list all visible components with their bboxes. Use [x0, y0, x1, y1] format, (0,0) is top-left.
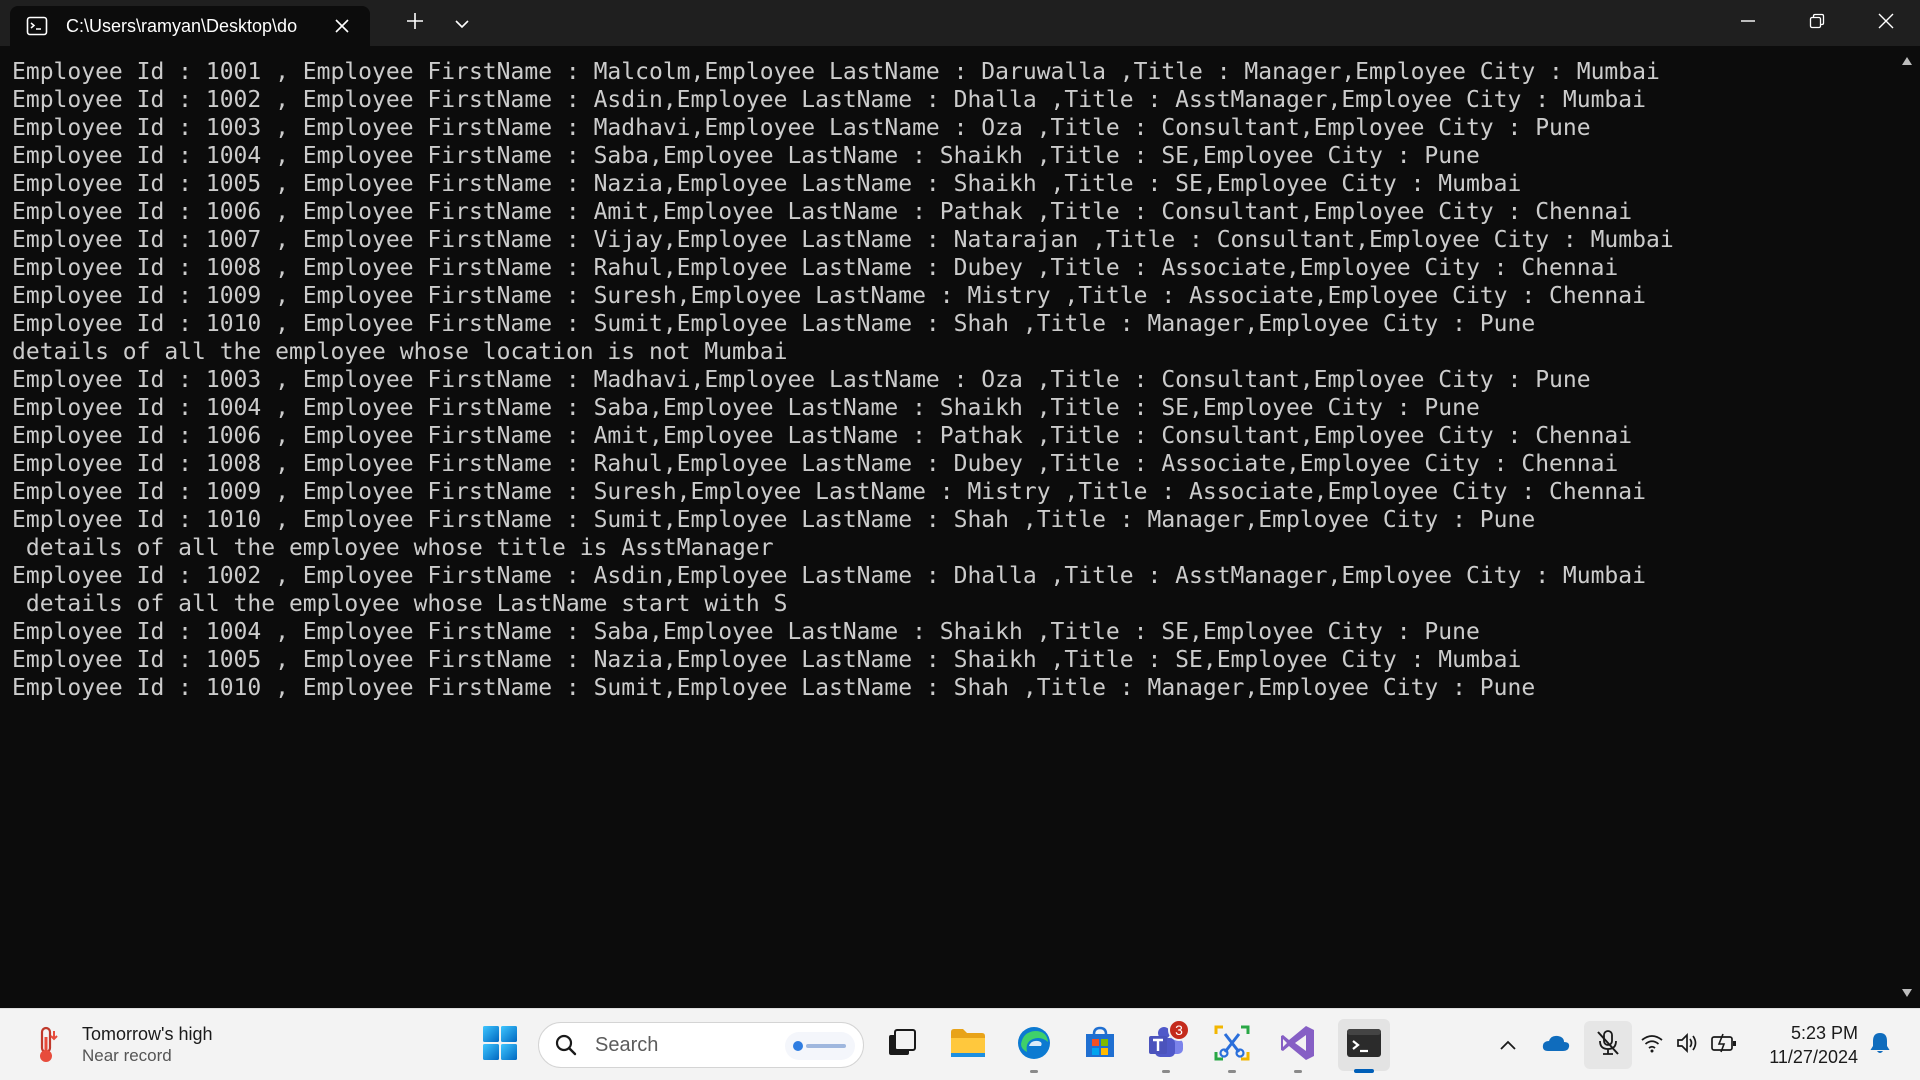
volume-tray[interactable]: [1672, 1029, 1704, 1061]
close-window-button[interactable]: [1851, 0, 1920, 46]
tab-title: C:\Users\ramyan\Desktop\do: [66, 15, 298, 36]
title-bar-drag-area[interactable]: [484, 0, 1713, 46]
weather-subtitle: Near record: [82, 1046, 172, 1065]
terminal-taskbar-button[interactable]: [1338, 1019, 1390, 1073]
microphone-muted-tray[interactable]: [1592, 1029, 1624, 1061]
vertical-scrollbar[interactable]: [1894, 46, 1920, 1008]
chevron-down-icon: [454, 14, 470, 33]
folder-icon: [949, 1026, 987, 1064]
task-view-icon: [885, 1026, 919, 1064]
taskbar-search[interactable]: Search: [538, 1022, 864, 1068]
battery-charging-icon: [1710, 1032, 1738, 1058]
minimize-button[interactable]: [1713, 0, 1782, 46]
battery-tray[interactable]: [1708, 1029, 1740, 1061]
search-label: Search: [595, 1033, 659, 1056]
terminal-icon: [1345, 1026, 1383, 1064]
output-line: Employee Id : 1008 , Employee FirstName …: [12, 255, 1619, 281]
start-button[interactable]: [478, 1023, 522, 1067]
output-line: details of all the employee whose locati…: [12, 339, 788, 365]
search-icon: [553, 1032, 579, 1058]
restore-button[interactable]: [1782, 0, 1851, 46]
desktop: C:\Users\ramyan\Desktop\do Employee Id:…: [0, 0, 1920, 1080]
output-line: Employee Id : 1010 , Employee FirstName …: [12, 675, 1536, 701]
onedrive-tray[interactable]: [1540, 1029, 1572, 1061]
output-line: Employee Id : 1006 , Employee FirstName …: [12, 199, 1633, 225]
clock-date: 11/27/2024: [1769, 1047, 1858, 1067]
output-line: Employee Id : 1004 , Employee FirstName …: [12, 143, 1480, 169]
restore-icon: [1809, 13, 1825, 33]
clock-time: 5:23 PM: [1790, 1023, 1858, 1043]
plus-icon: [406, 12, 424, 34]
output-line: Employee Id : 1002 , Employee FirstName …: [12, 563, 1646, 589]
search-highlight-icon[interactable]: [785, 1032, 855, 1060]
visual-studio-button[interactable]: [1272, 1019, 1324, 1073]
edge-button[interactable]: [1008, 1019, 1060, 1073]
speaker-icon: [1675, 1032, 1701, 1058]
teams-badge: 3: [1168, 1019, 1190, 1041]
visual-studio-icon: [1279, 1024, 1317, 1066]
output-line: Employee Id : 1009 , Employee FirstName …: [12, 479, 1646, 505]
teams-button[interactable]: 3: [1140, 1019, 1192, 1073]
chevron-up-icon: [1499, 1036, 1517, 1055]
microphone-muted-icon: [1595, 1029, 1621, 1061]
bell-icon: [1869, 1031, 1891, 1059]
scroll-down-icon[interactable]: [1900, 986, 1914, 1000]
edge-icon: [1015, 1024, 1053, 1066]
onedrive-cloud-icon: [1541, 1033, 1571, 1057]
wifi-tray[interactable]: [1636, 1029, 1668, 1061]
taskbar: Tomorrow's high Near record Search 3 5:2…: [0, 1008, 1920, 1080]
tab-dropdown-button[interactable]: [440, 0, 484, 46]
output-line: Employee Id : 1005 , Employee FirstName …: [12, 171, 1522, 197]
output-line: Employee Id : 1003 , Employee FirstName …: [12, 367, 1591, 393]
output-line: Employee Id : 1009 , Employee FirstName …: [12, 283, 1646, 309]
output-line: details of all the employee whose title …: [12, 535, 774, 561]
output-line: Employee Id : 1003 , Employee FirstName …: [12, 115, 1591, 141]
snipping-tool-button[interactable]: [1206, 1019, 1258, 1073]
windows-start-icon: [482, 1025, 518, 1065]
output-line: Employee Id : 1010 , Employee FirstName …: [12, 311, 1536, 337]
output-line: details of all the employee whose LastNa…: [12, 591, 788, 617]
task-view-button[interactable]: [876, 1019, 928, 1071]
output-line: Employee Id : 1005 , Employee FirstName …: [12, 647, 1522, 673]
output-line: Employee Id : 1004 , Employee FirstName …: [12, 395, 1480, 421]
notifications-button[interactable]: [1864, 1029, 1896, 1061]
minimize-icon: [1740, 13, 1756, 33]
output-lines: Employee Id : 1001 , Employee FirstName …: [0, 46, 1894, 702]
output-line: Employee Id : 1006 , Employee FirstName …: [12, 423, 1633, 449]
title-bar: C:\Users\ramyan\Desktop\do: [0, 0, 1920, 46]
wifi-icon: [1640, 1033, 1664, 1057]
output-line: Employee Id : 1002 , Employee FirstName …: [12, 87, 1646, 113]
file-explorer-button[interactable]: [942, 1019, 994, 1071]
output-line: Employee Id : 1008 , Employee FirstName …: [12, 451, 1619, 477]
thermometer-icon: [24, 1023, 68, 1067]
taskbar-clock[interactable]: 5:23 PM 11/27/2024: [1748, 1021, 1858, 1069]
terminal-output[interactable]: Employee Id : 1001 , Employee FirstName …: [0, 46, 1894, 1008]
output-line: Employee Id : 1010 , Employee FirstName …: [12, 507, 1536, 533]
new-tab-button[interactable]: [390, 0, 440, 46]
close-icon: [1878, 13, 1894, 33]
store-button[interactable]: [1074, 1019, 1126, 1071]
output-line: Employee Id : 1004 , Employee FirstName …: [12, 619, 1480, 645]
weather-title: Tomorrow's high: [82, 1024, 213, 1044]
weather-widget[interactable]: Tomorrow's high Near record: [24, 1019, 212, 1071]
output-line: Employee Id : 1001 , Employee FirstName …: [12, 59, 1660, 85]
snipping-tool-icon: [1213, 1024, 1251, 1066]
close-tab-icon[interactable]: [327, 11, 356, 41]
scroll-up-icon[interactable]: [1900, 54, 1914, 68]
output-line: Employee Id : 1007 , Employee FirstName …: [12, 227, 1674, 253]
terminal-icon: [26, 15, 48, 37]
terminal-tab[interactable]: C:\Users\ramyan\Desktop\do: [10, 6, 370, 46]
show-hidden-icons-button[interactable]: [1492, 1029, 1524, 1061]
store-icon: [1082, 1025, 1118, 1065]
